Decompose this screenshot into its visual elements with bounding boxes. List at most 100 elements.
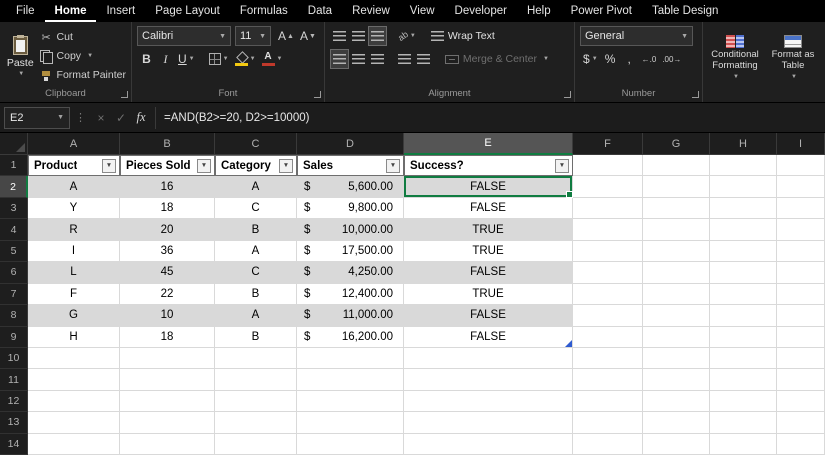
cell-D7[interactable]: $12,400.00 [297,283,404,306]
enter-icon[interactable]: ✓ [111,107,131,129]
cell-F12[interactable] [573,390,643,413]
cell-A7[interactable]: F [28,283,120,306]
cell-E7[interactable]: TRUE [404,283,573,306]
cell-F13[interactable] [573,412,643,434]
cell-F4[interactable] [573,219,643,241]
cell-G14[interactable] [643,433,710,455]
cell-I3[interactable] [777,197,825,220]
orientation-dropdown-icon[interactable]: ▼ [410,33,416,39]
font-color-dropdown-icon[interactable]: ▼ [277,56,283,62]
cell-D2[interactable]: $5,600.00 [297,176,404,198]
cell-I14[interactable] [777,433,825,455]
cell-H6[interactable] [710,262,777,284]
cell-D6[interactable]: $4,250.00 [297,262,404,284]
cell-H3[interactable] [710,197,777,220]
italic-button[interactable]: I [156,49,175,69]
cell-F2[interactable] [573,176,643,198]
column-header-D[interactable]: D [297,133,404,155]
cell-B7[interactable]: 22 [120,283,215,306]
decrease-indent-button[interactable] [395,49,414,69]
cell-G5[interactable] [643,240,710,263]
cell-B10[interactable] [120,347,215,370]
cell-A9[interactable]: H [28,326,120,348]
borders-button[interactable]: ▼ [206,49,232,69]
tab-view[interactable]: View [400,0,445,22]
cell-C1[interactable]: Category ▼ [215,155,297,177]
tab-power-pivot[interactable]: Power Pivot [561,0,642,22]
cell-I2[interactable] [777,176,825,198]
cell-C13[interactable] [215,412,297,434]
cell-H13[interactable] [710,412,777,434]
accounting-format-button[interactable]: $ ▼ [580,49,601,69]
merge-center-dropdown-icon[interactable]: ▼ [543,56,549,62]
orientation-button[interactable]: ab ▼ [395,26,419,46]
format-painter-button[interactable]: Format Painter [40,66,126,84]
cell-H2[interactable] [710,176,777,198]
cell-B1[interactable]: Pieces Sold ▼ [120,155,215,177]
cell-C12[interactable] [215,390,297,413]
cancel-icon[interactable]: × [91,107,111,129]
conditional-formatting-button[interactable]: Conditional Formatting ▼ [708,26,762,87]
comma-style-button[interactable]: , [620,49,639,69]
cell-H8[interactable] [710,305,777,327]
increase-indent-button[interactable] [414,49,433,69]
cell-I7[interactable] [777,283,825,306]
cell-A13[interactable] [28,412,120,434]
cell-D5[interactable]: $17,500.00 [297,240,404,263]
cell-H11[interactable] [710,369,777,391]
cell-A11[interactable] [28,369,120,391]
decrease-decimal-button[interactable]: .00→ [659,49,684,69]
column-header-B[interactable]: B [120,133,215,155]
cell-E11[interactable] [404,369,573,391]
cell-E8[interactable]: FALSE [404,305,573,327]
row-header-5[interactable]: 5 [0,240,28,263]
cell-F10[interactable] [573,347,643,370]
cell-B4[interactable]: 20 [120,219,215,241]
cell-E1[interactable]: Success? ▼ [404,155,573,177]
column-header-H[interactable]: H [710,133,777,155]
cell-G9[interactable] [643,326,710,348]
row-header-10[interactable]: 10 [0,347,28,370]
cell-A5[interactable]: I [28,240,120,263]
row-header-7[interactable]: 7 [0,283,28,306]
cell-H10[interactable] [710,347,777,370]
cell-F3[interactable] [573,197,643,220]
tab-home[interactable]: Home [45,0,97,22]
percent-style-button[interactable]: % [601,49,620,69]
row-header-9[interactable]: 9 [0,326,28,348]
align-top-button[interactable] [330,26,349,46]
cell-D10[interactable] [297,347,404,370]
column-header-I[interactable]: I [777,133,825,155]
align-center-button[interactable] [349,49,368,69]
cell-G1[interactable] [643,155,710,177]
cell-D12[interactable] [297,390,404,413]
underline-button[interactable]: U ▼ [175,49,198,69]
fill-color-button[interactable]: ▼ [232,49,259,69]
cell-I11[interactable] [777,369,825,391]
formula-input[interactable]: =AND(B2>=20, D2>=10000) [155,106,825,129]
cell-D1[interactable]: Sales ▼ [297,155,404,177]
cell-D3[interactable]: $9,800.00 [297,197,404,220]
cell-F6[interactable] [573,262,643,284]
cell-G12[interactable] [643,390,710,413]
cell-B5[interactable]: 36 [120,240,215,263]
select-all-button[interactable] [0,133,28,155]
cut-button[interactable]: ✂ Cut [40,28,126,46]
row-header-1[interactable]: 1 [0,155,28,177]
insert-function-button[interactable]: fx [131,107,151,129]
cell-F1[interactable] [573,155,643,177]
font-dialog-launcher-icon[interactable] [313,91,321,98]
cell-E12[interactable] [404,390,573,413]
align-bottom-button[interactable] [367,26,387,46]
cell-G7[interactable] [643,283,710,306]
cell-A14[interactable] [28,433,120,455]
cell-C2[interactable]: A [215,176,297,198]
paste-button[interactable]: Paste ▼ [5,26,36,87]
decrease-font-size-button[interactable]: A ▼ [297,26,319,46]
cell-D11[interactable] [297,369,404,391]
cell-A6[interactable]: L [28,262,120,284]
tab-file[interactable]: File [6,0,45,22]
merge-center-button[interactable]: Merge & Center ▼ [441,49,553,69]
number-format-select[interactable]: General ▼ [580,26,693,46]
row-header-3[interactable]: 3 [0,197,28,220]
